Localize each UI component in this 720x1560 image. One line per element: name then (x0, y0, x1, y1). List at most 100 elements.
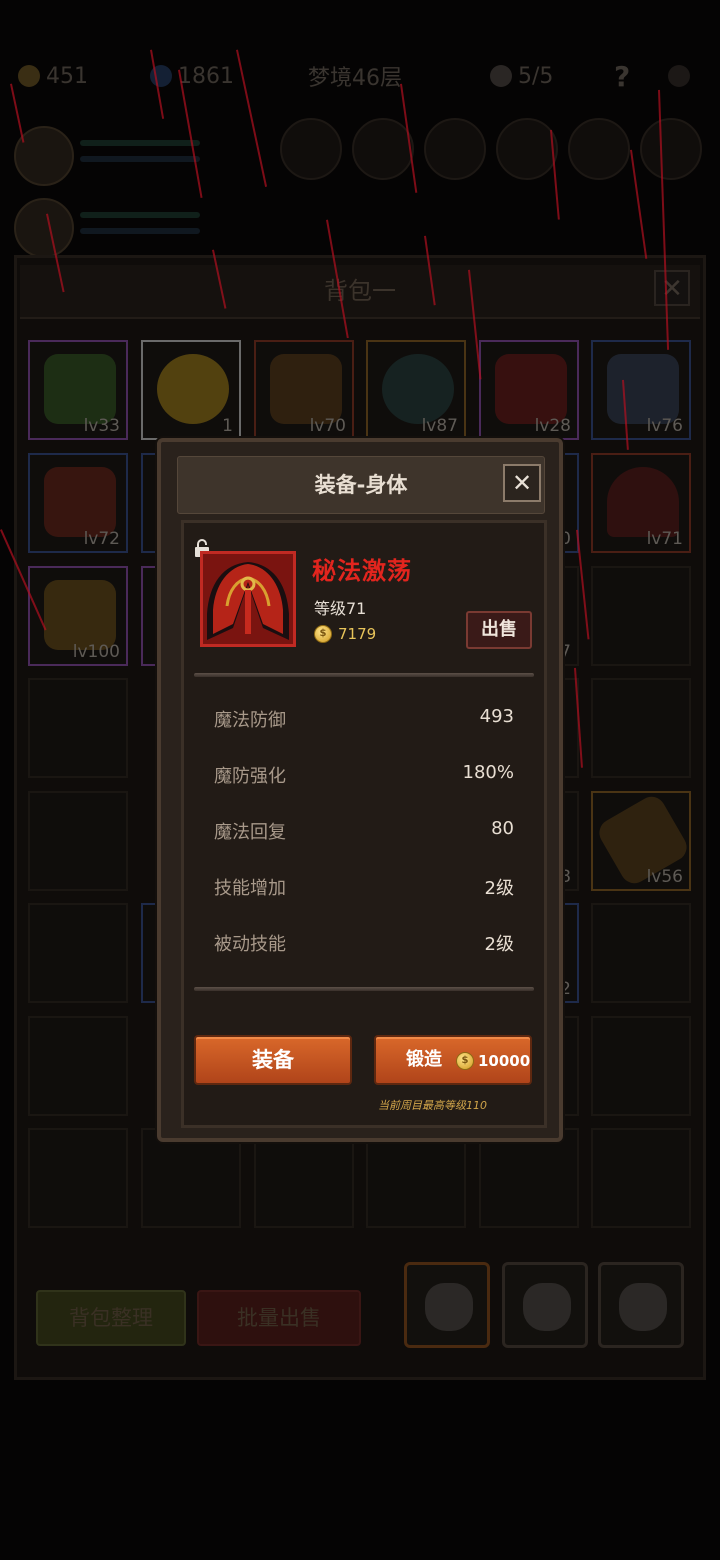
stat-row: 被动技能 2级 (214, 930, 514, 960)
skull-counter: 5/5 (490, 58, 553, 94)
inventory-item[interactable]: lv56 (591, 791, 692, 891)
inventory-item[interactable]: lv72 (28, 453, 128, 553)
forge-cost-value: 10000 (478, 1052, 531, 1070)
inventory-slot-empty[interactable] (479, 1128, 579, 1228)
bag-tab-2[interactable] (502, 1262, 588, 1348)
crystal-counter: 1861 (150, 58, 234, 94)
gem-icon (18, 65, 40, 87)
inventory-slot-empty[interactable] (366, 1128, 466, 1228)
inventory-item[interactable]: lv33 (28, 340, 128, 440)
inventory-slot-empty[interactable] (141, 1128, 241, 1228)
dialog-body: 秘法激荡 等级71 7179 出售 魔法防御 493 魔防强化 180% 魔法回… (181, 520, 547, 1128)
bulk-sell-button[interactable]: 批量出售 (197, 1290, 361, 1346)
inventory-item[interactable]: lv87 (366, 340, 466, 440)
backpack-icon (523, 1283, 571, 1331)
rain-effect (236, 49, 268, 187)
shield-icon (44, 467, 116, 537)
stat-row: 技能增加 2级 (214, 874, 514, 904)
stat-name: 魔法回复 (214, 822, 286, 843)
axe-icon (607, 354, 679, 424)
help-button[interactable]: ? (614, 58, 630, 94)
sell-button[interactable]: 出售 (466, 611, 532, 649)
equipment-detail-dialog: 装备-身体 ✕ 秘法激荡 等级71 7179 出售 (157, 438, 563, 1142)
inventory-slot-empty[interactable] (591, 1128, 691, 1228)
inventory-item[interactable]: 1 (141, 340, 241, 440)
inventory-slot-empty[interactable] (28, 903, 128, 1003)
divider (194, 987, 534, 991)
skill-slot-icon[interactable] (352, 118, 414, 180)
skill-slot-icon[interactable] (640, 118, 702, 180)
stat-row: 魔法防御 493 (214, 706, 514, 736)
stat-value: 180% (462, 762, 514, 783)
close-button[interactable]: ✕ (503, 464, 541, 502)
stat-name: 魔防强化 (214, 766, 286, 787)
inventory-item[interactable]: lv71 (591, 453, 691, 553)
item-name: 秘法激荡 (312, 557, 412, 585)
inventory-slot-empty[interactable] (591, 903, 691, 1003)
crystal-count: 1861 (178, 63, 234, 89)
equip-button[interactable]: 装备 (194, 1035, 352, 1085)
settings-icon[interactable] (668, 58, 698, 94)
inventory-item[interactable]: lv70 (254, 340, 354, 440)
inventory-slot-empty[interactable] (28, 678, 128, 778)
bag-header: 背包一 (20, 265, 700, 319)
forge-button[interactable]: 锻造 10000 (374, 1035, 532, 1085)
inventory-item[interactable]: lv76 (591, 340, 691, 440)
dialog-header: 装备-身体 (177, 456, 545, 514)
inventory-item[interactable]: lv28 (479, 340, 579, 440)
item-level: 等级71 (314, 599, 367, 618)
inventory-item[interactable]: lv100 (28, 566, 128, 666)
dialog-title: 装备-身体 (314, 473, 408, 497)
gloves-icon (44, 354, 116, 424)
inventory-slot-empty[interactable] (28, 1128, 128, 1228)
hero-avatar-icon (14, 198, 74, 258)
inventory-slot-empty[interactable] (591, 1016, 691, 1116)
level-cap-note: 当前周目最高等级110 (378, 1099, 487, 1112)
divider (194, 673, 534, 677)
forge-cost: 10000 (456, 1052, 530, 1070)
stat-name: 魔法防御 (214, 710, 286, 731)
skill-slot-icon[interactable] (568, 118, 630, 180)
stat-row: 魔法回复 80 (214, 818, 514, 848)
inventory-slot-empty[interactable] (254, 1128, 354, 1228)
inventory-slot-empty[interactable] (591, 566, 691, 666)
backpack-icon (425, 1283, 473, 1331)
sell-price-value: 7179 (338, 625, 377, 643)
cheese-icon (157, 354, 229, 424)
cloak-icon (270, 354, 342, 424)
stat-name: 被动技能 (214, 934, 286, 955)
hero-slot-1[interactable] (14, 126, 204, 190)
skull-count: 5/5 (518, 63, 554, 89)
stat-row: 魔防强化 180% (214, 762, 514, 792)
skull-icon (490, 65, 512, 87)
skill-slot-icon[interactable] (424, 118, 486, 180)
floor-label: 梦境46层 (308, 66, 402, 91)
stat-value: 2级 (484, 934, 514, 955)
skill-slot-icon[interactable] (280, 118, 342, 180)
stat-name: 技能增加 (214, 878, 286, 899)
bag-title: 背包一 (324, 277, 396, 305)
cape-icon (200, 551, 296, 647)
bag-close-button[interactable]: ✕ (654, 270, 690, 306)
bag-tab-1[interactable] (404, 1262, 490, 1348)
backpack-icon (619, 1283, 667, 1331)
orb-icon (382, 354, 454, 424)
gem-counter: 451 (18, 58, 88, 94)
cloak-icon (44, 580, 116, 650)
equip-button-label: 装备 (252, 1048, 294, 1072)
inventory-slot-empty[interactable] (591, 678, 691, 778)
coin-icon (456, 1052, 474, 1070)
sell-price: 7179 (314, 625, 376, 643)
skill-slot-icon[interactable] (496, 118, 558, 180)
sort-bag-button[interactable]: 背包整理 (36, 1290, 186, 1346)
stat-value: 2级 (484, 878, 514, 899)
forge-button-label: 锻造 (406, 1049, 442, 1070)
robe-icon (495, 354, 567, 424)
hero-slot-2[interactable] (14, 198, 204, 262)
inventory-slot-empty[interactable] (28, 791, 128, 891)
stat-value: 493 (479, 706, 514, 727)
inventory-slot-empty[interactable] (28, 1016, 128, 1116)
stat-value: 80 (491, 818, 514, 839)
coin-icon (314, 625, 332, 643)
bag-tab-3[interactable] (598, 1262, 684, 1348)
